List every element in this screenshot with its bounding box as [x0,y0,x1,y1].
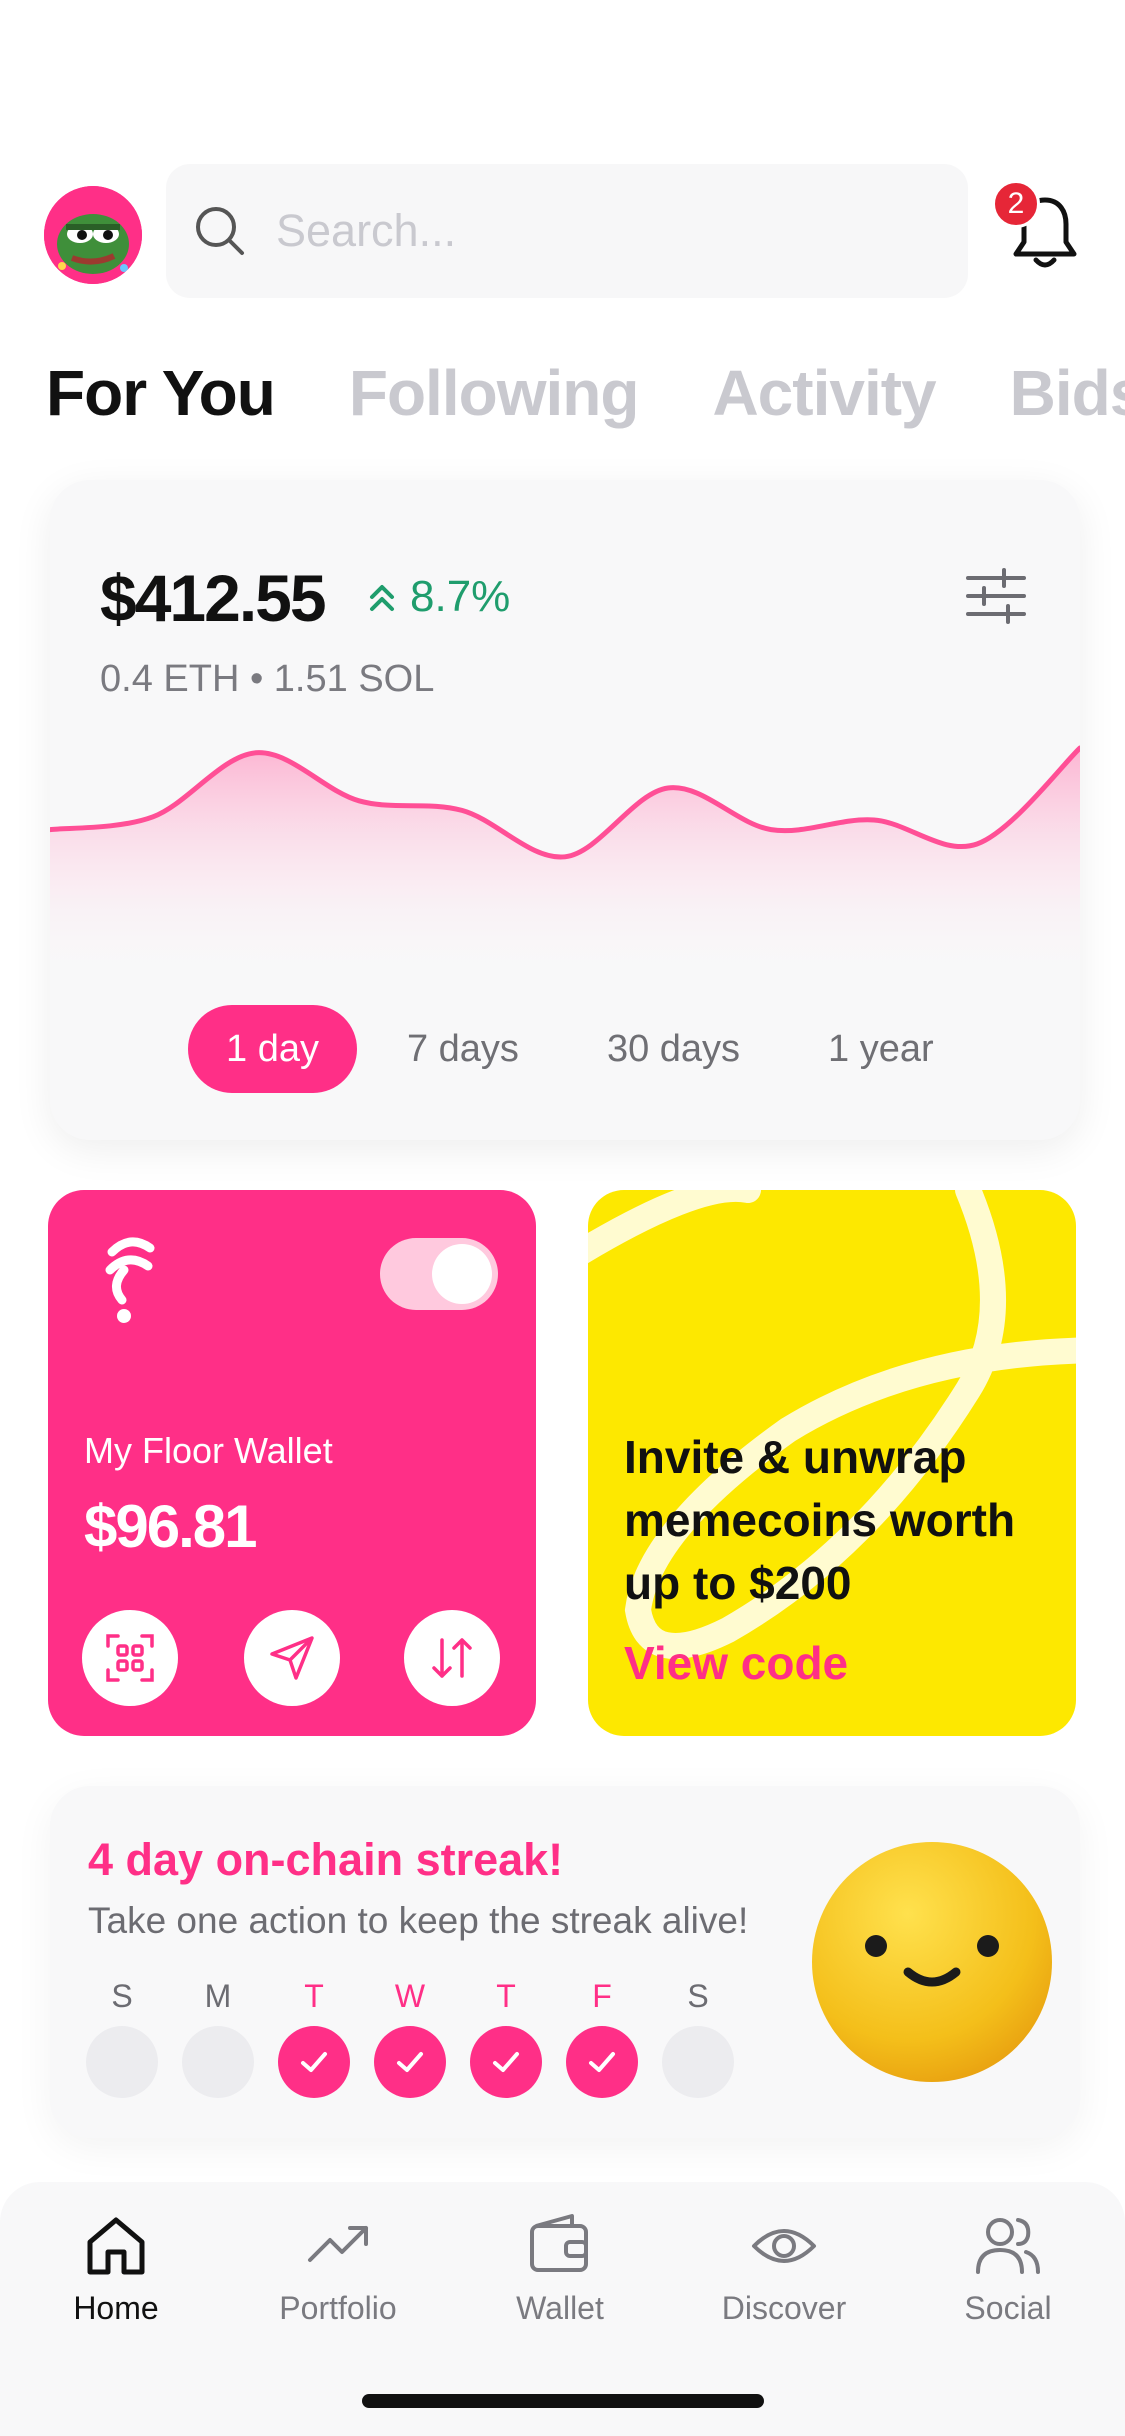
streak-title: 4 day on-chain streak! [88,1834,564,1885]
notification-badge: 2 [992,180,1040,228]
nav-label: Wallet [516,2290,604,2326]
floor-logo-icon [105,1237,155,1323]
range-7-days[interactable]: 7 days [369,1005,557,1093]
scan-button[interactable] [82,1610,178,1706]
toggle-knob [432,1244,492,1304]
swap-button[interactable] [404,1610,500,1706]
eye-icon [752,2229,816,2263]
balance-chart [50,745,1080,990]
floor-wallet-card[interactable]: My Floor Wallet $96.81 [48,1190,536,1736]
sliders-icon[interactable] [964,564,1028,628]
search-bar[interactable] [166,164,968,298]
range-30-days[interactable]: 30 days [569,1005,778,1093]
view-code-link[interactable]: View code [624,1636,848,1690]
streak-day: F [566,1978,638,2098]
tab-for-you[interactable]: For You [46,356,276,430]
day-status [86,2026,158,2098]
day-status [662,2026,734,2098]
tab-following[interactable]: Following [349,356,640,430]
day-status [566,2026,638,2098]
day-status [374,2026,446,2098]
trending-up-icon [308,2226,368,2262]
qr-scan-icon [106,1634,154,1682]
nav-portfolio[interactable]: Portfolio [238,2212,438,2327]
wallet-amount: $96.81 [84,1493,258,1560]
home-icon [87,2217,145,2275]
users-icon [976,2218,1040,2274]
send-button[interactable] [244,1610,340,1706]
check-icon [301,2052,327,2072]
streak-days: S M T W T F S [86,1978,758,2098]
tab-bids[interactable]: Bids [1010,356,1125,430]
nav-social[interactable]: Social [908,2212,1108,2327]
nav-label: Portfolio [279,2290,397,2326]
streak-day: T [278,1978,350,2098]
nav-home[interactable]: Home [16,2212,216,2327]
invite-text: Invite & unwrap memecoins worth up to $2… [624,1431,1016,1609]
home-indicator [362,2394,764,2408]
day-letter: W [394,1978,426,2014]
invite-card[interactable]: Invite & unwrap memecoins worth up to $2… [588,1190,1076,1736]
nav-label: Discover [721,2290,847,2326]
streak-card: 4 day on-chain streak! Take one action t… [50,1786,1080,2138]
streak-subtitle: Take one action to keep the streak alive… [88,1900,749,1941]
swap-arrows-icon [432,1638,472,1678]
balance-change: 8.7% [364,572,510,622]
search-input[interactable] [276,205,916,257]
day-status [182,2026,254,2098]
streak-day: W [374,1978,446,2098]
check-icon [493,2052,519,2072]
streak-day: T [470,1978,542,2098]
nav-label: Home [73,2290,159,2326]
nav-wallet[interactable]: Wallet [460,2212,660,2327]
day-status [278,2026,350,2098]
range-1-day[interactable]: 1 day [188,1005,357,1093]
holdings-summary: 0.4 ETH • 1.51 SOL [100,658,435,700]
portfolio-card: $412.55 8.7% 0.4 ETH • 1.51 SOL 1 day 7 … [50,480,1080,1140]
day-letter: S [687,1978,709,2014]
portfolio-balance: $412.55 [100,561,327,635]
day-letter: S [111,1978,133,2014]
nav-label: Social [964,2290,1052,2326]
day-letter: T [496,1978,516,2014]
balance-change-value: 8.7% [410,572,511,621]
streak-day: S [662,1978,734,2098]
nav-discover[interactable]: Discover [684,2212,884,2327]
day-status [470,2026,542,2098]
pepe-avatar-icon [44,186,142,284]
search-icon [196,207,244,255]
wallet-toggle[interactable] [380,1238,498,1310]
double-chevron-up-icon [370,585,394,611]
day-letter: F [592,1978,612,2014]
time-range-selector: 1 day 7 days 30 days 1 year [188,1005,984,1093]
check-icon [397,2052,423,2072]
smiley-emoji-icon [812,1842,1052,2082]
wallet-label: My Floor Wallet [84,1430,333,1471]
wallet-icon [530,2214,588,2272]
check-icon [589,2052,615,2072]
day-letter: T [304,1978,324,2014]
avatar[interactable] [44,186,142,284]
streak-day: M [182,1978,254,2098]
feed-tabs: For You Following Activity Bids [46,356,1125,430]
range-1-year[interactable]: 1 year [790,1005,972,1093]
streak-day: S [86,1978,158,2098]
tab-activity[interactable]: Activity [712,356,936,430]
chart-area [50,748,1080,990]
send-icon [270,1636,314,1680]
day-letter: M [204,1978,232,2014]
